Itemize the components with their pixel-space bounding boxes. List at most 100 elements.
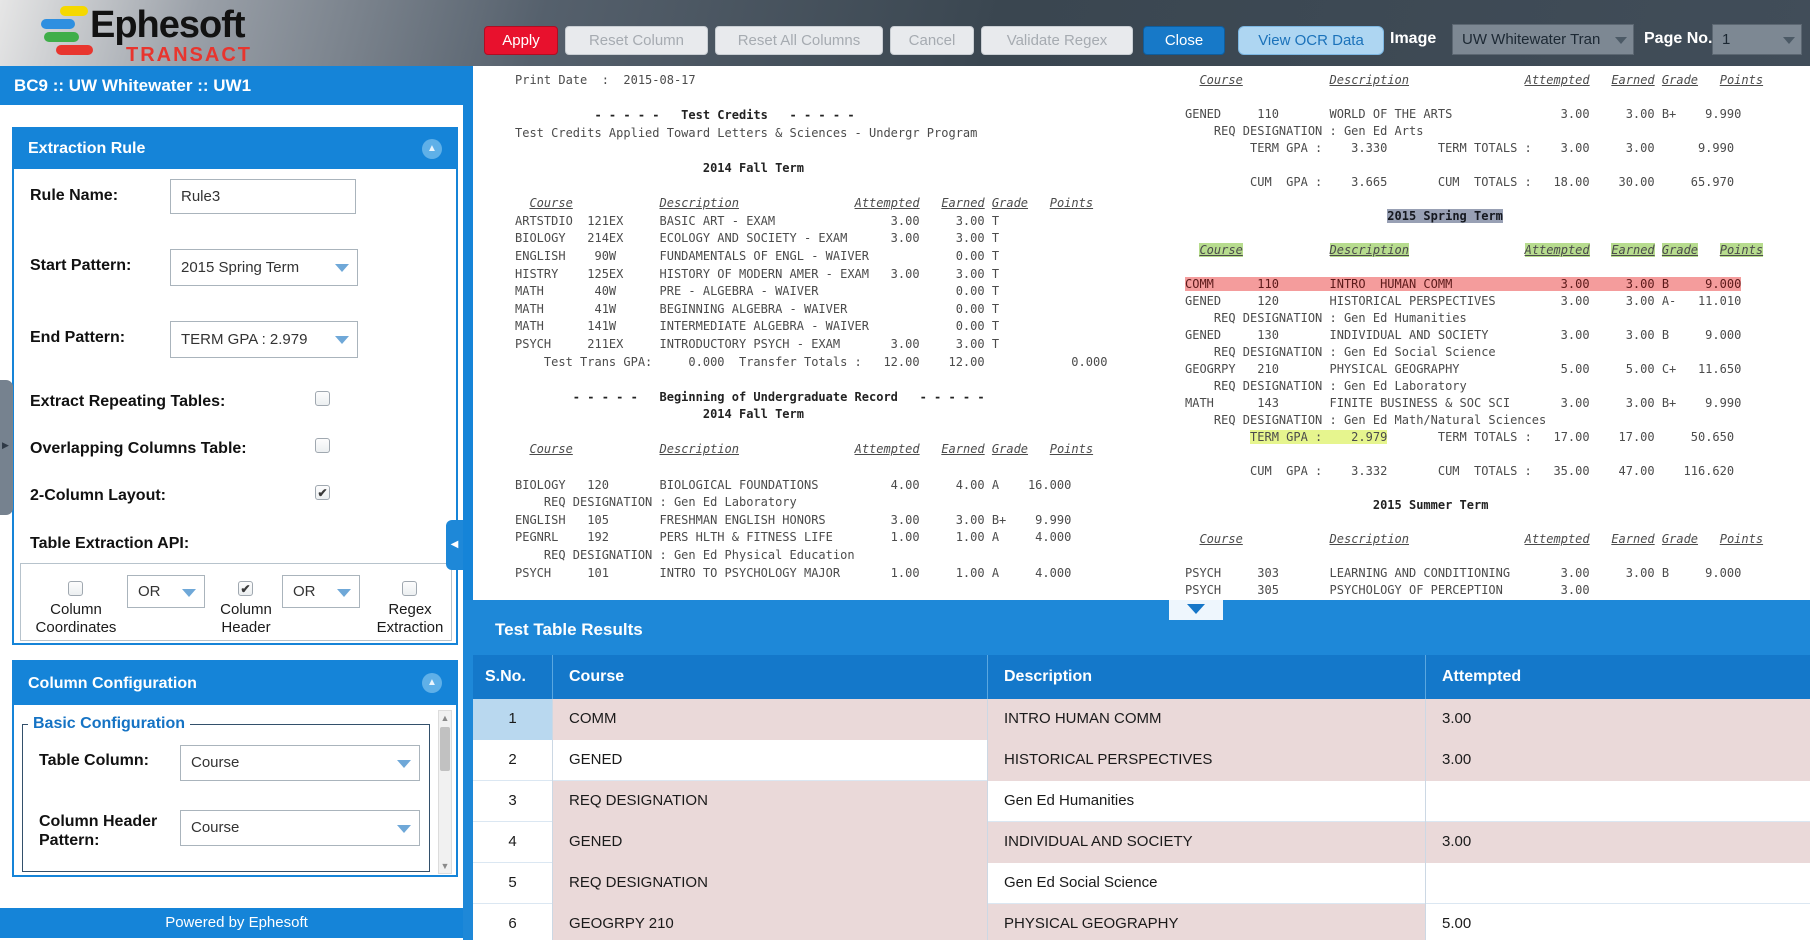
column-coordinates-checkbox[interactable] [68, 581, 83, 596]
results-title: Test Table Results [495, 620, 643, 640]
document-line: 2015 Summer Term [1185, 497, 1763, 514]
cell-course: REQ DESIGNATION [552, 781, 987, 822]
table-row[interactable]: 2GENEDHISTORICAL PERSPECTIVES3.00 [473, 740, 1810, 781]
document-line: REQ DESIGNATION : Gen Ed Arts [1185, 123, 1763, 140]
close-button[interactable]: Close [1143, 26, 1225, 55]
scroll-down-icon[interactable]: ▼ [439, 859, 451, 873]
document-line [1185, 480, 1763, 497]
document-line: 2014 Fall Term [515, 160, 1107, 178]
results-table-body: 1COMMINTRO HUMAN COMM3.002GENEDHISTORICA… [473, 699, 1810, 940]
document-line: Course Description Attempted Earned Grad… [1185, 72, 1763, 89]
cell-desc: PHYSICAL GEOGRAPHY [987, 904, 1425, 940]
document-line: Course Description Attempted Earned Grad… [1185, 531, 1763, 548]
document-line: REQ DESIGNATION : Gen Ed Humanities [1185, 310, 1763, 327]
document-line [1185, 446, 1763, 463]
cell-sno: 6 [473, 904, 552, 940]
document-line: 2014 Fall Term [515, 406, 1107, 424]
results-table-header: S.No. Course Description Attempted [473, 655, 1810, 699]
reset-all-columns-button[interactable]: Reset All Columns [715, 26, 883, 55]
table-row[interactable]: 5REQ DESIGNATIONGen Ed Social Science [473, 863, 1810, 904]
column-header-label: ColumnHeader [196, 601, 296, 637]
cell-sno: 1 [473, 699, 552, 740]
cell-desc: INTRO HUMAN COMM [987, 699, 1425, 740]
table-row[interactable]: 3REQ DESIGNATIONGen Ed Humanities [473, 781, 1810, 822]
document-line: REQ DESIGNATION : Gen Ed Laboratory [1185, 378, 1763, 395]
document-line: ENGLISH 90W FUNDAMENTALS OF ENGL - WAIVE… [515, 248, 1107, 266]
start-pattern-label: Start Pattern: [30, 257, 131, 275]
sidebar-expand-handle[interactable]: ▶ [0, 380, 13, 515]
document-viewer[interactable]: Print Date : 2015-08-17 - - - - - Test C… [473, 66, 1810, 600]
table-row[interactable]: 1COMMINTRO HUMAN COMM3.00 [473, 699, 1810, 740]
cell-sno: 5 [473, 863, 552, 904]
column-header-pattern-dropdown[interactable]: Course [180, 810, 420, 846]
document-left-column: Print Date : 2015-08-17 - - - - - Test C… [515, 72, 1107, 582]
scroll-up-icon[interactable]: ▲ [439, 711, 451, 725]
logo-bar-yellow [60, 6, 88, 16]
document-line [1185, 157, 1763, 174]
document-line: 2015 Spring Term [1185, 208, 1763, 225]
basic-configuration-legend: Basic Configuration [28, 715, 190, 733]
breadcrumb: BC9 :: UW Whitewater :: UW1 [0, 66, 473, 105]
cell-att: 3.00 [1425, 699, 1810, 740]
cell-desc: Gen Ed Humanities [987, 781, 1425, 822]
collapse-panel-icon[interactable]: ▲ [422, 673, 442, 693]
document-line: GENED 120 HISTORICAL PERSPECTIVES 3.00 3… [1185, 293, 1763, 310]
collapse-results-tab[interactable] [1169, 600, 1223, 620]
chevron-down-icon [182, 589, 196, 597]
document-line: Test Trans GPA: 0.000 Transfer Totals : … [515, 354, 1107, 372]
document-line: HISTRY 125EX HISTORY OF MODERN AMER - EX… [515, 266, 1107, 284]
logo-bar-green [44, 32, 79, 42]
api-or-dropdown-1[interactable]: OR [127, 575, 205, 608]
scrollbar[interactable]: ▲ ▼ [438, 710, 452, 874]
document-line: GENED 130 INDIVIDUAL AND SOCIETY 3.00 3.… [1185, 327, 1763, 344]
cell-course: GENED [552, 822, 987, 863]
view-ocr-data-button[interactable]: View OCR Data [1238, 26, 1384, 55]
document-line [515, 371, 1107, 389]
start-pattern-dropdown[interactable]: 2015 Spring Term [170, 249, 358, 286]
extraction-rule-title: Extraction Rule [28, 140, 145, 157]
table-column-dropdown[interactable]: Course [180, 745, 420, 781]
apply-button[interactable]: Apply [484, 26, 558, 55]
table-column-label: Table Column: [39, 752, 149, 770]
document-line [1185, 259, 1763, 276]
document-line: COMM 110 INTRO HUMAN COMM 3.00 3.00 B 9.… [1185, 276, 1763, 293]
cancel-button[interactable]: Cancel [890, 26, 974, 55]
document-line: BIOLOGY 120 BIOLOGICAL FOUNDATIONS 4.00 … [515, 477, 1107, 495]
cell-desc: Gen Ed Social Science [987, 863, 1425, 904]
validate-regex-button[interactable]: Validate Regex [981, 26, 1133, 55]
page-dropdown-value: 1 [1722, 31, 1730, 48]
document-line [515, 459, 1107, 477]
document-line [1185, 89, 1763, 106]
document-line: REQ DESIGNATION : Gen Ed Physical Educat… [515, 547, 1107, 565]
rule-name-input[interactable]: Rule3 [170, 179, 356, 214]
document-line: REQ DESIGNATION : Gen Ed Laboratory [515, 494, 1107, 512]
document-line: CUM GPA : 3.665 CUM TOTALS : 18.00 30.00… [1185, 174, 1763, 191]
collapse-panel-icon[interactable]: ▲ [422, 139, 442, 159]
collapse-sidebar-handle[interactable]: ◀ [446, 520, 463, 570]
document-line: PSYCH 303 LEARNING AND CONDITIONING 3.00… [1185, 565, 1763, 582]
image-dropdown[interactable]: UW Whitewater Tran [1452, 24, 1634, 55]
page-dropdown[interactable]: 1 [1712, 24, 1802, 55]
reset-column-button[interactable]: Reset Column [565, 26, 708, 55]
two-column-layout-checkbox[interactable] [315, 485, 330, 500]
chevron-down-icon [337, 589, 351, 597]
scrollbar-thumb[interactable] [440, 727, 450, 771]
document-line: Course Description Attempted Earned Grad… [515, 195, 1107, 213]
regex-extraction-checkbox[interactable] [402, 581, 417, 596]
column-header-checkbox[interactable] [238, 581, 253, 596]
cell-course: GENED [552, 740, 987, 781]
extract-repeating-tables-checkbox[interactable] [315, 391, 330, 406]
logo-bar-red [56, 45, 93, 55]
table-row[interactable]: 4GENEDINDIVIDUAL AND SOCIETY3.00 [473, 822, 1810, 863]
brand-subtitle: TRANSACT [126, 44, 252, 67]
document-line: GENED 110 WORLD OF THE ARTS 3.00 3.00 B+… [1185, 106, 1763, 123]
table-row[interactable]: 6GEOGRPY 210PHYSICAL GEOGRAPHY5.00 [473, 904, 1810, 940]
document-line: PSYCH 101 INTRO TO PSYCHOLOGY MAJOR 1.00… [515, 565, 1107, 583]
end-pattern-dropdown[interactable]: TERM GPA : 2.979 [170, 321, 358, 358]
document-line [515, 424, 1107, 442]
extraction-rule-panel: Extraction Rule ▲ Rule Name: Rule3 Start… [12, 127, 458, 645]
overlapping-columns-checkbox[interactable] [315, 438, 330, 453]
two-column-layout-label: 2-Column Layout: [30, 487, 166, 505]
document-line: - - - - - Test Credits - - - - - [515, 107, 1107, 125]
document-line: ARTSTDIO 121EX BASIC ART - EXAM 3.00 3.0… [515, 213, 1107, 231]
